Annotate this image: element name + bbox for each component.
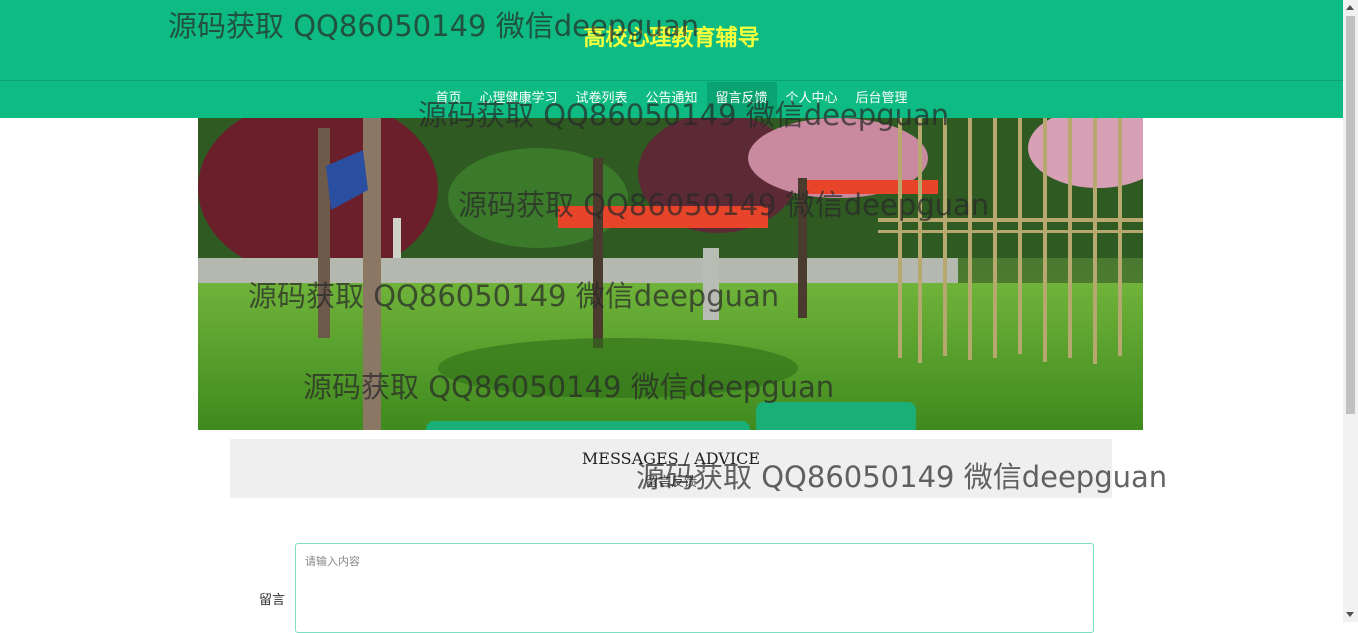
- page-scrollbar[interactable]: [1343, 0, 1358, 622]
- scroll-thumb[interactable]: [1346, 16, 1355, 414]
- section-header: MESSAGES / ADVICE 留言反馈: [230, 439, 1112, 498]
- site-title: 高校心理教育辅导: [583, 26, 760, 51]
- nav-item-feedback[interactable]: 留言反馈: [706, 82, 777, 118]
- slide-tab-2[interactable]: [590, 421, 750, 430]
- campus-garden-image: [198, 118, 1143, 430]
- main-nav: 首页 心理健康学习 试卷列表 公告通知 留言反馈 个人中心 后台管理: [0, 82, 1343, 118]
- scroll-down-arrow-icon[interactable]: [1346, 612, 1354, 617]
- slide-tab-3[interactable]: [756, 402, 916, 430]
- top-header: 高校心理教育辅导 首页 心理健康学习 试卷列表 公告通知 留言反馈 个人中心 后…: [0, 0, 1343, 118]
- nav-item-home[interactable]: 首页: [426, 82, 470, 118]
- section-subtitle: 留言反馈: [644, 475, 697, 490]
- nav-item-notices[interactable]: 公告通知: [636, 82, 706, 118]
- nav-divider: [0, 80, 1343, 81]
- nav-item-admin[interactable]: 后台管理: [847, 82, 917, 118]
- nav-item-exam-list[interactable]: 试卷列表: [566, 82, 636, 118]
- section-title: MESSAGES / ADVICE: [581, 449, 761, 468]
- message-input[interactable]: [295, 543, 1094, 633]
- nav-item-profile[interactable]: 个人中心: [777, 82, 847, 118]
- message-label: 留言: [259, 593, 286, 608]
- banner-image: [198, 118, 1143, 430]
- slide-tab-1[interactable]: [426, 421, 612, 430]
- nav-item-mental-health[interactable]: 心理健康学习: [470, 82, 566, 118]
- banner-slide-indicators: [426, 118, 916, 148]
- scroll-up-arrow-icon[interactable]: [1346, 5, 1354, 10]
